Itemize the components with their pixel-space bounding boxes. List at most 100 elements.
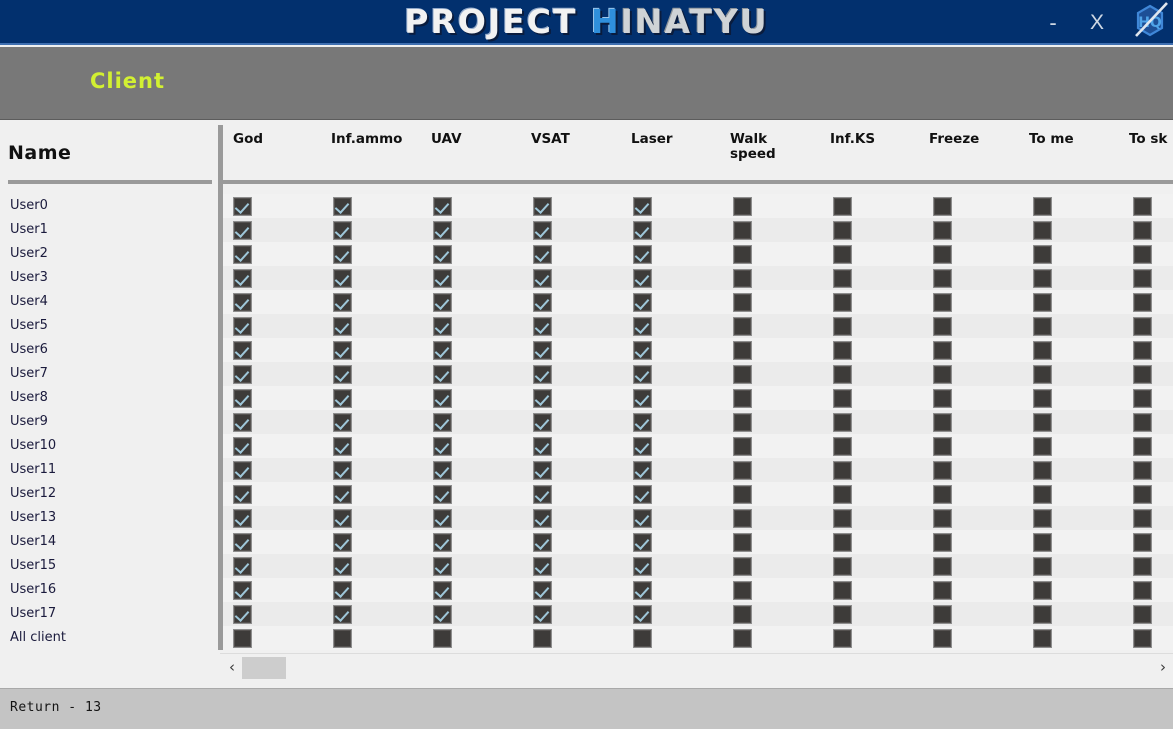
checkbox-vsat[interactable] xyxy=(533,413,552,432)
checkbox-to-sk[interactable] xyxy=(1133,221,1152,240)
checkbox-to-sk[interactable] xyxy=(1133,485,1152,504)
checkbox-inf-ks[interactable] xyxy=(833,509,852,528)
checkbox-freeze[interactable] xyxy=(933,221,952,240)
checkbox-god[interactable] xyxy=(233,557,252,576)
checkbox-god[interactable] xyxy=(233,365,252,384)
checkbox-vsat[interactable] xyxy=(533,605,552,624)
checkbox-inf-ks[interactable] xyxy=(833,629,852,648)
checkbox-to-me[interactable] xyxy=(1033,629,1052,648)
checkbox-uav[interactable] xyxy=(433,581,452,600)
checkbox-freeze[interactable] xyxy=(933,485,952,504)
checkbox-inf-ks[interactable] xyxy=(833,365,852,384)
checkbox-inf-ammo[interactable] xyxy=(333,389,352,408)
checkbox-to-me[interactable] xyxy=(1033,413,1052,432)
row-name[interactable]: User4 xyxy=(0,290,220,314)
checkbox-to-me[interactable] xyxy=(1033,197,1052,216)
checkbox-laser[interactable] xyxy=(633,293,652,312)
checkbox-freeze[interactable] xyxy=(933,509,952,528)
checkbox-vsat[interactable] xyxy=(533,293,552,312)
checkbox-vsat[interactable] xyxy=(533,317,552,336)
checkbox-inf-ammo[interactable] xyxy=(333,557,352,576)
checkbox-laser[interactable] xyxy=(633,533,652,552)
row-name[interactable]: User0 xyxy=(0,194,220,218)
checkbox-to-sk[interactable] xyxy=(1133,245,1152,264)
checkbox-to-sk[interactable] xyxy=(1133,557,1152,576)
checkbox-inf-ks[interactable] xyxy=(833,557,852,576)
checkbox-inf-ks[interactable] xyxy=(833,461,852,480)
checkbox-freeze[interactable] xyxy=(933,341,952,360)
row-name[interactable]: User8 xyxy=(0,386,220,410)
checkbox-to-sk[interactable] xyxy=(1133,533,1152,552)
checkbox-inf-ks[interactable] xyxy=(833,221,852,240)
checkbox-to-me[interactable] xyxy=(1033,509,1052,528)
checkbox-laser[interactable] xyxy=(633,317,652,336)
checkbox-to-me[interactable] xyxy=(1033,245,1052,264)
checkbox-uav[interactable] xyxy=(433,533,452,552)
column-header-uav[interactable]: UAV xyxy=(431,132,462,147)
checkbox-inf-ks[interactable] xyxy=(833,581,852,600)
checkbox-to-sk[interactable] xyxy=(1133,269,1152,288)
checkbox-freeze[interactable] xyxy=(933,581,952,600)
checkbox-inf-ks[interactable] xyxy=(833,437,852,456)
column-header-inf-ks[interactable]: Inf.KS xyxy=(830,132,875,147)
checkbox-inf-ks[interactable] xyxy=(833,245,852,264)
checkbox-laser[interactable] xyxy=(633,437,652,456)
scrollbar-thumb[interactable] xyxy=(242,657,286,679)
column-header-laser[interactable]: Laser xyxy=(631,132,673,147)
checkbox-god[interactable] xyxy=(233,437,252,456)
checkbox-laser[interactable] xyxy=(633,461,652,480)
column-header-god[interactable]: God xyxy=(233,132,263,147)
scroll-left-arrow-icon[interactable]: ‹ xyxy=(222,654,242,681)
checkbox-walk-speed[interactable] xyxy=(733,197,752,216)
checkbox-walk-speed[interactable] xyxy=(733,509,752,528)
checkbox-god[interactable] xyxy=(233,533,252,552)
checkbox-vsat[interactable] xyxy=(533,389,552,408)
checkbox-uav[interactable] xyxy=(433,509,452,528)
row-name[interactable]: User14 xyxy=(0,530,220,554)
checkbox-to-sk[interactable] xyxy=(1133,461,1152,480)
checkbox-freeze[interactable] xyxy=(933,557,952,576)
row-name[interactable]: User16 xyxy=(0,578,220,602)
checkbox-vsat[interactable] xyxy=(533,461,552,480)
checkbox-laser[interactable] xyxy=(633,365,652,384)
checkbox-vsat[interactable] xyxy=(533,629,552,648)
column-header-to-sk[interactable]: To sk xyxy=(1129,132,1167,147)
row-name[interactable]: User2 xyxy=(0,242,220,266)
checkbox-uav[interactable] xyxy=(433,461,452,480)
row-name[interactable]: User17 xyxy=(0,602,220,626)
checkbox-laser[interactable] xyxy=(633,197,652,216)
row-name[interactable]: User10 xyxy=(0,434,220,458)
checkbox-vsat[interactable] xyxy=(533,197,552,216)
checkbox-inf-ammo[interactable] xyxy=(333,317,352,336)
checkbox-inf-ks[interactable] xyxy=(833,197,852,216)
checkbox-vsat[interactable] xyxy=(533,581,552,600)
checkbox-walk-speed[interactable] xyxy=(733,413,752,432)
checkbox-laser[interactable] xyxy=(633,221,652,240)
checkbox-to-me[interactable] xyxy=(1033,581,1052,600)
checkbox-to-sk[interactable] xyxy=(1133,605,1152,624)
checkbox-to-sk[interactable] xyxy=(1133,581,1152,600)
checkbox-laser[interactable] xyxy=(633,557,652,576)
checkbox-walk-speed[interactable] xyxy=(733,293,752,312)
checkbox-freeze[interactable] xyxy=(933,413,952,432)
checkbox-uav[interactable] xyxy=(433,389,452,408)
scroll-right-arrow-icon[interactable]: › xyxy=(1153,654,1173,681)
checkbox-uav[interactable] xyxy=(433,557,452,576)
checkbox-to-sk[interactable] xyxy=(1133,365,1152,384)
row-name[interactable]: User1 xyxy=(0,218,220,242)
row-name[interactable]: User7 xyxy=(0,362,220,386)
row-name[interactable]: User5 xyxy=(0,314,220,338)
checkbox-vsat[interactable] xyxy=(533,437,552,456)
checkbox-to-sk[interactable] xyxy=(1133,317,1152,336)
checkbox-to-sk[interactable] xyxy=(1133,341,1152,360)
checkbox-to-me[interactable] xyxy=(1033,461,1052,480)
checkbox-uav[interactable] xyxy=(433,605,452,624)
checkbox-to-sk[interactable] xyxy=(1133,293,1152,312)
checkbox-laser[interactable] xyxy=(633,629,652,648)
checkbox-inf-ks[interactable] xyxy=(833,293,852,312)
column-header-walk-speed[interactable]: Walk speed xyxy=(730,132,776,162)
checkbox-god[interactable] xyxy=(233,461,252,480)
checkbox-to-me[interactable] xyxy=(1033,389,1052,408)
checkbox-inf-ammo[interactable] xyxy=(333,533,352,552)
checkbox-freeze[interactable] xyxy=(933,245,952,264)
